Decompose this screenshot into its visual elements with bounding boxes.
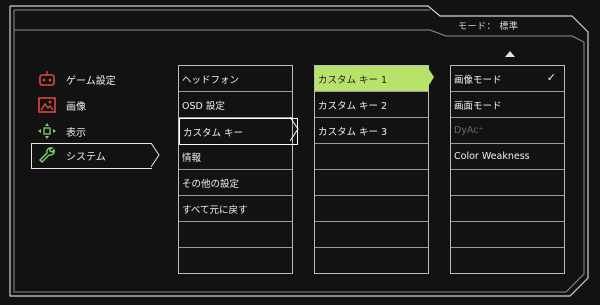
scroll-up-arrow-icon[interactable]: [505, 51, 515, 57]
option-item-disabled: DyAc⁺: [451, 118, 564, 144]
option-item-checked[interactable]: 画像モード ✓: [451, 66, 564, 92]
option-item-empty: [451, 196, 564, 222]
submenu-pointer-icon: [290, 117, 299, 142]
submenu-item[interactable]: ヘッドフォン: [179, 66, 292, 92]
custom-key-item-empty: [315, 248, 428, 273]
option-item-empty: [451, 222, 564, 248]
display-arrows-icon: [36, 122, 58, 140]
option-item-empty: [451, 170, 564, 196]
custom-key-item-empty: [315, 196, 428, 222]
category-system[interactable]: システム: [31, 143, 160, 169]
option-list: 画像モード ✓ 画面モード DyAc⁺ Color Weakness: [450, 65, 565, 274]
submenu-item-empty: [179, 248, 292, 273]
submenu-item[interactable]: OSD 設定: [179, 92, 292, 118]
mode-indicator: モード： 標準: [458, 22, 519, 32]
custom-key-item[interactable]: カスタム キー 2: [315, 92, 428, 118]
option-item[interactable]: Color Weakness: [451, 144, 564, 170]
category-picture[interactable]: 画像: [31, 93, 159, 117]
submenu-item-empty: [179, 222, 292, 248]
custom-key-pointer-icon: [426, 65, 434, 90]
custom-key-item-empty: [315, 170, 428, 196]
submenu-item[interactable]: 情報: [179, 144, 292, 170]
custom-key-item-empty: [315, 222, 428, 248]
game-controller-icon: [36, 70, 58, 88]
submenu-item[interactable]: すべて元に戻す: [179, 196, 292, 222]
selection-outline: [31, 143, 152, 169]
selection-pointer-icon: [151, 143, 160, 168]
category-game-settings[interactable]: ゲーム設定: [31, 67, 159, 91]
custom-key-item-empty: [315, 144, 428, 170]
category-label: ゲーム設定: [66, 75, 116, 87]
submenu-item-selected[interactable]: カスタム キー: [179, 118, 298, 145]
category-label: 表示: [66, 127, 86, 139]
submenu-item[interactable]: その他の設定: [179, 170, 292, 196]
custom-key-item[interactable]: カスタム キー 3: [315, 118, 428, 144]
option-item[interactable]: 画面モード: [451, 92, 564, 118]
option-item-empty: [451, 248, 564, 273]
custom-key-item-highlighted[interactable]: カスタム キー 1: [315, 66, 428, 92]
picture-icon: [36, 96, 58, 114]
checkmark-icon: ✓: [546, 71, 556, 84]
custom-key-list: カスタム キー 1 カスタム キー 2 カスタム キー 3: [314, 65, 429, 274]
submenu-list: ヘッドフォン OSD 設定 カスタム キー 情報 その他の設定 すべて元に戻す: [178, 65, 298, 274]
category-label: 画像: [66, 101, 86, 113]
category-display[interactable]: 表示: [31, 119, 159, 143]
